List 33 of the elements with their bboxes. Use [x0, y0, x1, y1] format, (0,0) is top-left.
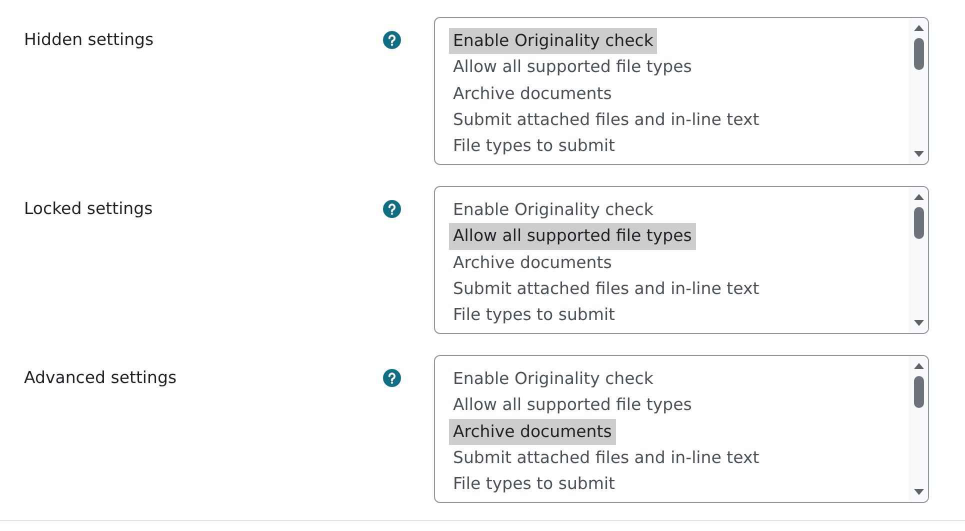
list-option[interactable]: Allow all supported file types	[449, 392, 696, 419]
list-option[interactable]: Enable Originality check	[449, 197, 658, 224]
scroll-down-icon[interactable]	[912, 319, 924, 327]
scrollbar-thumb[interactable]	[914, 38, 924, 70]
scrollbar[interactable]	[909, 187, 928, 333]
setting-label: Advanced settings	[23, 367, 178, 388]
multi-select-list[interactable]: Enable Originality check Allow all supported file types Archive documents Submit attached files and in-line text File types to submit	[434, 186, 929, 334]
scroll-down-icon[interactable]	[912, 150, 924, 158]
multi-select-list[interactable]: Enable Originality check Allow all supported file types Archive documents Submit attached files and in-line text File types to submit	[434, 17, 929, 165]
list-option[interactable]: Allow all supported file types	[449, 223, 696, 250]
scrollbar[interactable]	[909, 356, 928, 502]
list-option[interactable]: Submit attached files and in-line text	[449, 106, 764, 134]
scroll-up-icon[interactable]	[912, 193, 924, 201]
list-option[interactable]: Submit attached files and in-line text	[449, 276, 764, 302]
list-option[interactable]: File types to submit	[449, 471, 620, 498]
scrollbar-thumb[interactable]	[914, 207, 924, 239]
setting-label: Locked settings	[23, 198, 154, 219]
list-option[interactable]: File types to submit	[449, 302, 620, 328]
list-option[interactable]: Archive documents	[449, 418, 616, 445]
setting-label: Hidden settings	[23, 29, 155, 50]
list-option[interactable]: Archive documents	[449, 250, 616, 276]
list-option[interactable]: Enable Originality check	[449, 28, 658, 54]
list-option[interactable]: Submit attached files and in-line text	[449, 444, 764, 472]
scrollbar[interactable]	[909, 18, 928, 164]
list-option[interactable]: Allow all supported file types	[449, 54, 696, 81]
scrollbar-thumb[interactable]	[914, 376, 924, 408]
list-option[interactable]: File types to submit	[449, 133, 620, 160]
scroll-down-icon[interactable]	[912, 488, 924, 496]
scroll-up-icon[interactable]	[912, 362, 924, 370]
scroll-up-icon[interactable]	[912, 24, 924, 32]
multi-select-list[interactable]: Enable Originality check Allow all supported file types Archive documents Submit attached files and in-line text File types to submit	[434, 355, 929, 503]
list-option[interactable]: Archive documents	[449, 80, 616, 107]
list-option[interactable]: Enable Originality check	[449, 366, 658, 392]
